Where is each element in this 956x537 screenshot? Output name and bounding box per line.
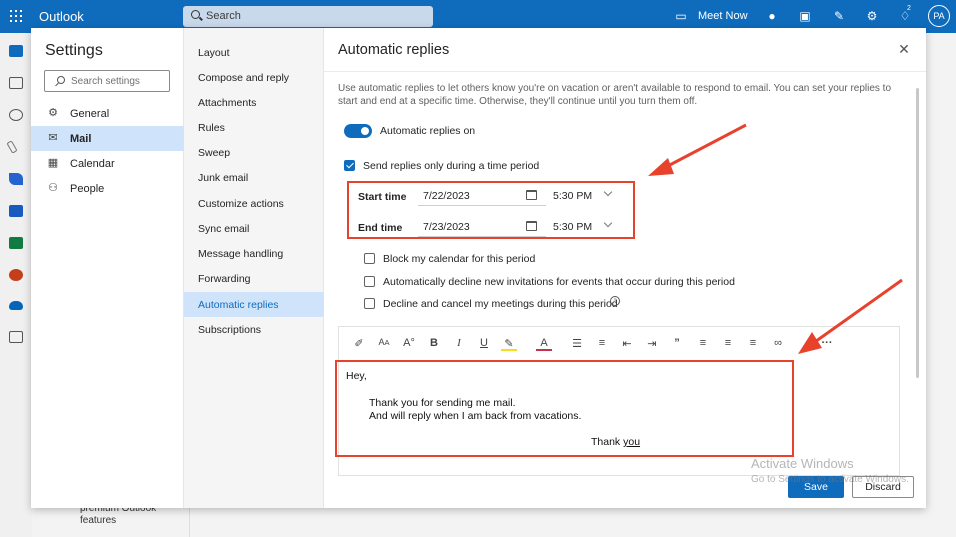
annotation-arrows — [648, 123, 903, 354]
arrow-to-message — [798, 278, 903, 354]
arrow-to-times — [648, 123, 747, 176]
